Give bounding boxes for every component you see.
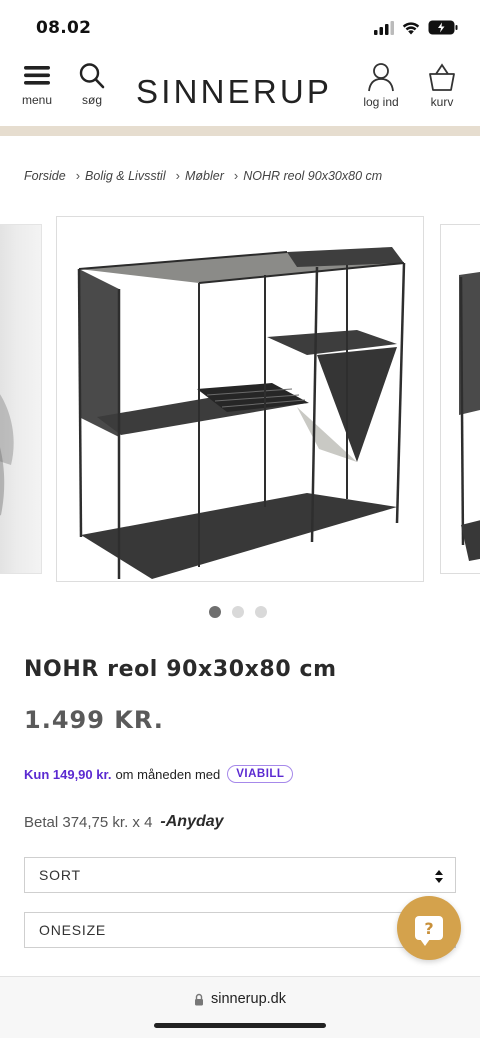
hamburger-icon <box>24 66 51 85</box>
next-image[interactable] <box>440 224 480 574</box>
color-select-value: SORT <box>39 867 81 883</box>
breadcrumb-item-category[interactable]: Bolig & Livsstil <box>85 169 166 183</box>
menu-button[interactable]: menu <box>22 62 52 107</box>
breadcrumb-item-home[interactable]: Forside <box>24 169 66 183</box>
select-arrows-icon <box>435 870 443 883</box>
viabill-info[interactable]: Kun 149,90 kr. om måneden med VIABILL <box>24 765 294 783</box>
anyday-info[interactable]: Betal 374,75 kr. x 4 -Anyday <box>24 813 224 831</box>
product-image-shelf[interactable] <box>56 216 424 582</box>
viabill-text: om måneden med <box>115 766 221 782</box>
anyday-logo: -Anyday <box>160 813 224 830</box>
login-label: log ind <box>363 95 399 109</box>
basket-icon <box>429 63 455 91</box>
breadcrumb-item-subcategory[interactable]: Møbler <box>185 169 224 183</box>
home-indicator <box>154 1023 326 1028</box>
status-bar: 08.02 <box>0 0 480 56</box>
site-header: menu søg SINNERUP log ind kurv <box>0 62 480 122</box>
pagination-dot[interactable] <box>255 606 267 618</box>
breadcrumb-item-current: NOHR reol 90x30x80 cm <box>243 168 383 183</box>
url-text: sinnerup.dk <box>211 991 286 1007</box>
chat-bubble-icon: ? <box>415 916 443 946</box>
search-button[interactable]: søg <box>78 62 106 107</box>
anyday-logo-text: Anyday <box>165 813 224 830</box>
pagination-dot[interactable] <box>232 606 244 618</box>
status-icons <box>374 20 458 35</box>
chevron-right-icon: › <box>75 168 81 183</box>
browser-bottom-bar: sinnerup.dk <box>0 976 480 1038</box>
chevron-right-icon: › <box>175 168 180 183</box>
viabill-amount: Kun 149,90 kr. <box>24 766 112 782</box>
chevron-right-icon: › <box>233 168 239 183</box>
header-divider <box>0 126 480 136</box>
status-time: 08.02 <box>36 18 92 38</box>
size-select[interactable]: ONESIZE <box>24 912 456 948</box>
product-price: 1.499 KR. <box>24 706 164 734</box>
help-chat-button[interactable]: ? <box>397 896 461 960</box>
user-icon <box>368 63 394 92</box>
login-button[interactable]: log ind <box>362 62 400 109</box>
cart-button[interactable]: kurv <box>427 62 457 109</box>
viabill-logo: VIABILL <box>227 765 294 783</box>
address-bar[interactable]: sinnerup.dk <box>0 991 480 1007</box>
product-title: NOHR reol 90x30x80 cm <box>24 657 337 682</box>
size-select-value: ONESIZE <box>39 922 107 938</box>
product-gallery[interactable] <box>0 214 480 586</box>
anyday-text: Betal 374,75 kr. x 4 <box>24 813 153 831</box>
cart-label: kurv <box>430 95 454 109</box>
gallery-pagination <box>209 606 267 618</box>
wifi-icon <box>402 21 420 34</box>
pagination-dot-active[interactable] <box>209 606 221 618</box>
search-label: søg <box>81 93 102 107</box>
search-icon <box>79 63 105 89</box>
previous-image[interactable] <box>0 224 42 574</box>
lock-icon <box>195 993 204 1005</box>
brand-logo[interactable]: SINNERUP <box>136 73 332 111</box>
color-select[interactable]: SORT <box>24 857 456 893</box>
help-symbol: ? <box>424 918 434 938</box>
menu-label: menu <box>22 93 53 107</box>
signal-icon <box>374 20 394 35</box>
breadcrumb: Forside › Bolig & Livsstil › Møbler › NO… <box>24 168 382 183</box>
battery-icon <box>428 20 458 35</box>
